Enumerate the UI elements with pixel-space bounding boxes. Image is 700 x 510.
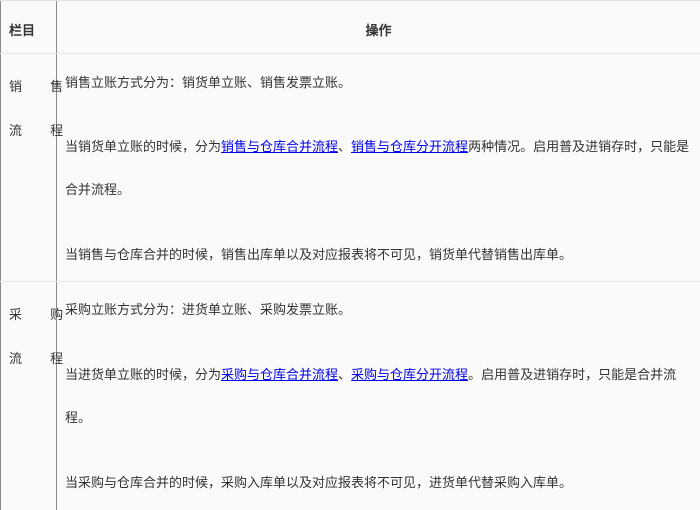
table-row-purchase: 采 购 流 程 采购立账方式分为：进货单立账、采购发票立账。 当进货单立账的时候… [0,282,700,510]
purchase-p2-separator: 、 [338,368,352,383]
link-sales-warehouse-separate[interactable]: 销售与仓库分开流程 [351,140,468,155]
header-category-label: 栏目 [9,24,36,39]
link-purchase-warehouse-merged[interactable]: 采购与仓库合并流程 [221,368,338,383]
purchase-p2-prefix: 当进货单立账的时候，分为 [65,368,222,383]
header-cell-operation: 操作 [57,1,700,53]
operation-cell-sales: 销售立账方式分为：销货单立账、销售发票立账。 当销货单立账的时候，分为销售与仓库… [57,54,700,281]
link-sales-warehouse-merged[interactable]: 销售与仓库合并流程 [221,140,338,155]
sales-paragraph-2: 当销货单立账的时候，分为销售与仓库合并流程、销售与仓库分开流程两种情况。启用普及… [65,126,692,212]
process-table: 栏目 操作 销 售 流 程 销售立账方式分为：销货单立账、销售发票立账。 当销货… [0,0,700,510]
purchase-paragraph-1: 采购立账方式分为：进货单立账、采购发票立账。 [65,303,352,318]
sales-paragraph-1: 销售立账方式分为：销货单立账、销售发票立账。 [65,76,352,91]
sales-p2-separator: 、 [338,140,352,155]
header-cell-category: 栏目 [0,1,57,53]
header-operation-label: 操作 [365,24,392,39]
table-header-row: 栏目 操作 [0,1,700,54]
operation-cell-purchase: 采购立账方式分为：进货单立账、采购发票立账。 当进货单立账的时候，分为采购与仓库… [57,282,700,510]
purchase-paragraph-2: 当进货单立账的时候，分为采购与仓库合并流程、采购与仓库分开流程。启用普及进销存时… [65,354,692,440]
sales-paragraph-3: 当销售与仓库合并的时候，销售出库单以及对应报表将不可见，销货单代替销售出库单。 [65,248,573,263]
category-cell-sales: 销 售 流 程 [0,54,63,281]
purchase-paragraph-3: 当采购与仓库合并的时候，采购入库单以及对应报表将不可见，进货单代替采购入库单。 [65,476,573,491]
table-row-sales: 销 售 流 程 销售立账方式分为：销货单立账、销售发票立账。 当销货单立账的时候… [0,54,700,282]
link-purchase-warehouse-separate[interactable]: 采购与仓库分开流程 [351,368,468,383]
sales-p2-prefix: 当销货单立账的时候，分为 [65,140,222,155]
category-cell-purchase: 采 购 流 程 [0,282,63,510]
